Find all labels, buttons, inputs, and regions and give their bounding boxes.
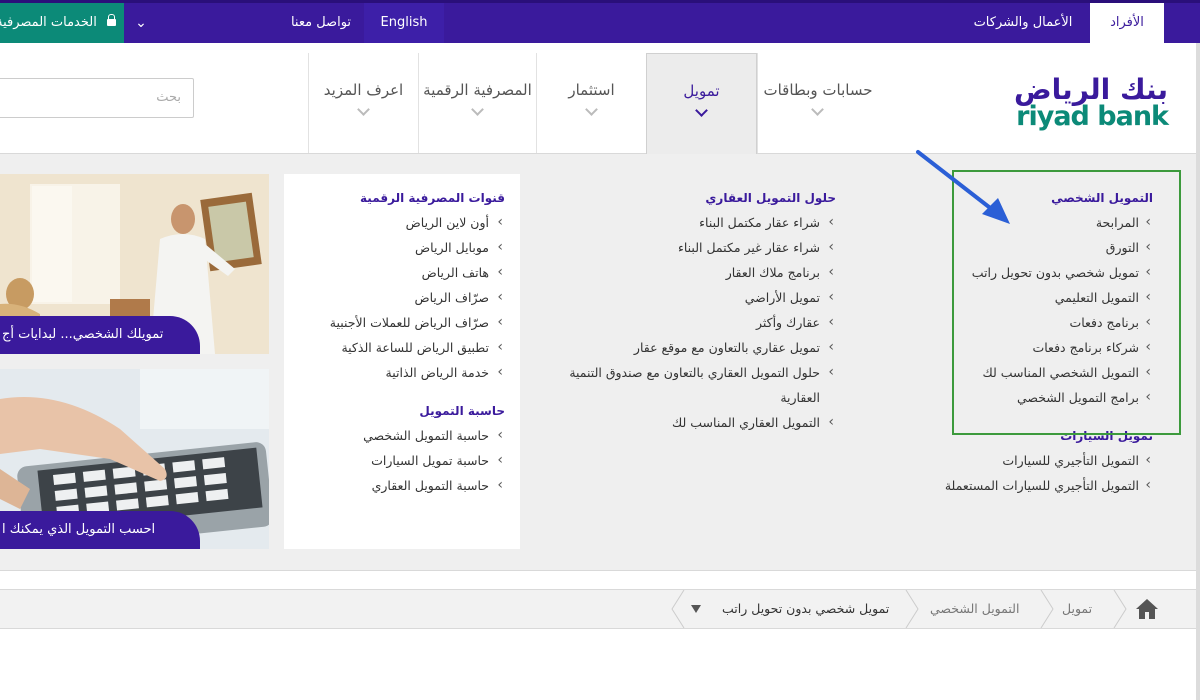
menu-item-development-fund-cont[interactable]: العقارية — [540, 385, 836, 410]
personal-financing-promo[interactable]: تمويلك الشخصي... لبدايات أج — [0, 174, 269, 354]
breadcrumb-dropdown-icon[interactable] — [691, 605, 701, 613]
menu-item-auto-lease[interactable]: التمويل التأجيري للسيارات — [940, 448, 1153, 473]
digital-channels-title[interactable]: قنوات المصرفية الرقمية — [300, 186, 505, 210]
menu-item-land-financing[interactable]: تمويل الأراضي — [540, 285, 836, 310]
menu-item-riyad-mobile[interactable]: موبايل الرياض — [300, 235, 505, 260]
lock-icon — [107, 14, 116, 26]
breadcrumb-separator — [1040, 590, 1054, 628]
search-input[interactable]: بحث — [0, 78, 194, 118]
chevron-down-icon — [811, 103, 824, 116]
menu-item-suitable-realestate[interactable]: التمويل العقاري المناسب لك — [540, 410, 836, 435]
digital-channels-column: قنوات المصرفية الرقمية أون لاين الرياض م… — [300, 186, 505, 498]
main-header: بنك الرياض riyad bank حسابات وبطاقات تمو… — [0, 43, 1200, 154]
nav-investment[interactable]: استثمار — [536, 53, 646, 153]
nav-accounts-cards-label: حسابات وبطاقات — [763, 81, 873, 99]
top-bar: الأفراد الأعمال والشركات English تواصل م… — [0, 0, 1200, 43]
chevron-down-icon[interactable]: ⌄ — [124, 3, 158, 43]
tab-business[interactable]: الأعمال والشركات — [962, 3, 1084, 43]
logo-english-text: riyad bank — [1016, 101, 1169, 132]
breadcrumb-separator — [905, 590, 919, 628]
contact-us-link[interactable]: تواصل معنا — [278, 3, 364, 43]
nav-financing-label: تمويل — [683, 82, 720, 100]
menu-item-self-service[interactable]: خدمة الرياض الذاتية — [300, 360, 505, 385]
chevron-down-icon — [356, 103, 370, 116]
menu-item-aqar-partnership[interactable]: تمويل عقاري بالتعاون مع موقع عقار — [540, 335, 836, 360]
menu-item-property-owners[interactable]: برنامج ملاك العقار — [540, 260, 836, 285]
nav-investment-label: استثمار — [568, 81, 615, 99]
chevron-down-icon — [694, 104, 708, 117]
real-estate-title[interactable]: حلول التمويل العقاري — [540, 186, 836, 210]
home-icon[interactable] — [1135, 598, 1159, 620]
menu-item-smartwatch-app[interactable]: تطبيق الرياض للساعة الذكية — [300, 335, 505, 360]
online-banking-button[interactable]: الخدمات المصرفية — [0, 3, 124, 43]
promo-caption-personal: تمويلك الشخصي... لبدايات أج — [0, 316, 200, 354]
menu-item-personal-calc[interactable]: حاسبة التمويل الشخصي — [300, 423, 505, 448]
menu-item-riyad-online[interactable]: أون لاين الرياض — [300, 210, 505, 235]
breadcrumb-separator — [1113, 590, 1127, 628]
nav-learn-more-label: اعرف المزيد — [323, 81, 404, 99]
menu-item-complete-property[interactable]: شراء عقار مكتمل البناء — [540, 210, 836, 235]
annotation-arrow-icon — [916, 150, 1010, 224]
promo-caption-text: تمويلك الشخصي... لبدايات أج — [2, 327, 164, 342]
riyad-bank-logo[interactable]: بنك الرياض riyad bank — [990, 73, 1169, 132]
menu-item-used-auto-lease[interactable]: التمويل التأجيري للسيارات المستعملة — [940, 473, 1153, 498]
financing-calculator-title[interactable]: حاسبة التمويل — [300, 399, 505, 423]
nav-learn-more[interactable]: اعرف المزيد — [308, 53, 418, 153]
financing-calculator-promo[interactable]: احسب التمويل الذي يمكنك ا — [0, 369, 269, 549]
menu-item-riyad-atm[interactable]: صرّاف الرياض — [300, 285, 505, 310]
tab-individuals[interactable]: الأفراد — [1090, 3, 1164, 43]
nav-digital-banking[interactable]: المصرفية الرقمية — [418, 53, 536, 153]
menu-item-development-fund[interactable]: حلول التمويل العقاري بالتعاون مع صندوق ا… — [540, 360, 836, 385]
chevron-down-icon — [470, 103, 484, 116]
breadcrumb-separator — [671, 590, 685, 628]
menu-item-riyad-phone[interactable]: هاتف الرياض — [300, 260, 505, 285]
breadcrumb-financing[interactable]: تمويل — [1062, 590, 1092, 628]
language-english-link[interactable]: English — [364, 3, 444, 43]
online-banking-label: الخدمات المصرفية — [0, 15, 97, 30]
nav-financing[interactable]: تمويل — [646, 53, 757, 154]
breadcrumb-personal-financing[interactable]: التمويل الشخصي — [930, 590, 1019, 628]
real-estate-column: حلول التمويل العقاري شراء عقار مكتمل الب… — [540, 186, 836, 435]
menu-item-auto-calc[interactable]: حاسبة تمويل السيارات — [300, 448, 505, 473]
promo-caption-calc-text: احسب التمويل الذي يمكنك ا — [2, 522, 156, 537]
menu-item-your-property-more[interactable]: عقارك وأكثر — [540, 310, 836, 335]
page: الأفراد الأعمال والشركات English تواصل م… — [0, 0, 1200, 700]
menu-divider — [0, 570, 1200, 571]
menu-item-fx-atm[interactable]: صرّاف الرياض للعملات الأجنبية — [300, 310, 505, 335]
nav-accounts-cards[interactable]: حسابات وبطاقات — [757, 53, 878, 153]
menu-item-incomplete-property[interactable]: شراء عقار غير مكتمل البناء — [540, 235, 836, 260]
chevron-down-icon — [584, 103, 598, 116]
nav-digital-banking-label: المصرفية الرقمية — [423, 81, 532, 99]
page-scrollbar[interactable] — [1196, 43, 1200, 700]
breadcrumb: تمويل التمويل الشخصي تمويل شخصي بدون تحو… — [0, 589, 1200, 629]
breadcrumb-current-page[interactable]: تمويل شخصي بدون تحويل راتب — [722, 590, 889, 628]
promo-caption-calculator: احسب التمويل الذي يمكنك ا — [0, 511, 200, 549]
menu-item-realestate-calc[interactable]: حاسبة التمويل العقاري — [300, 473, 505, 498]
